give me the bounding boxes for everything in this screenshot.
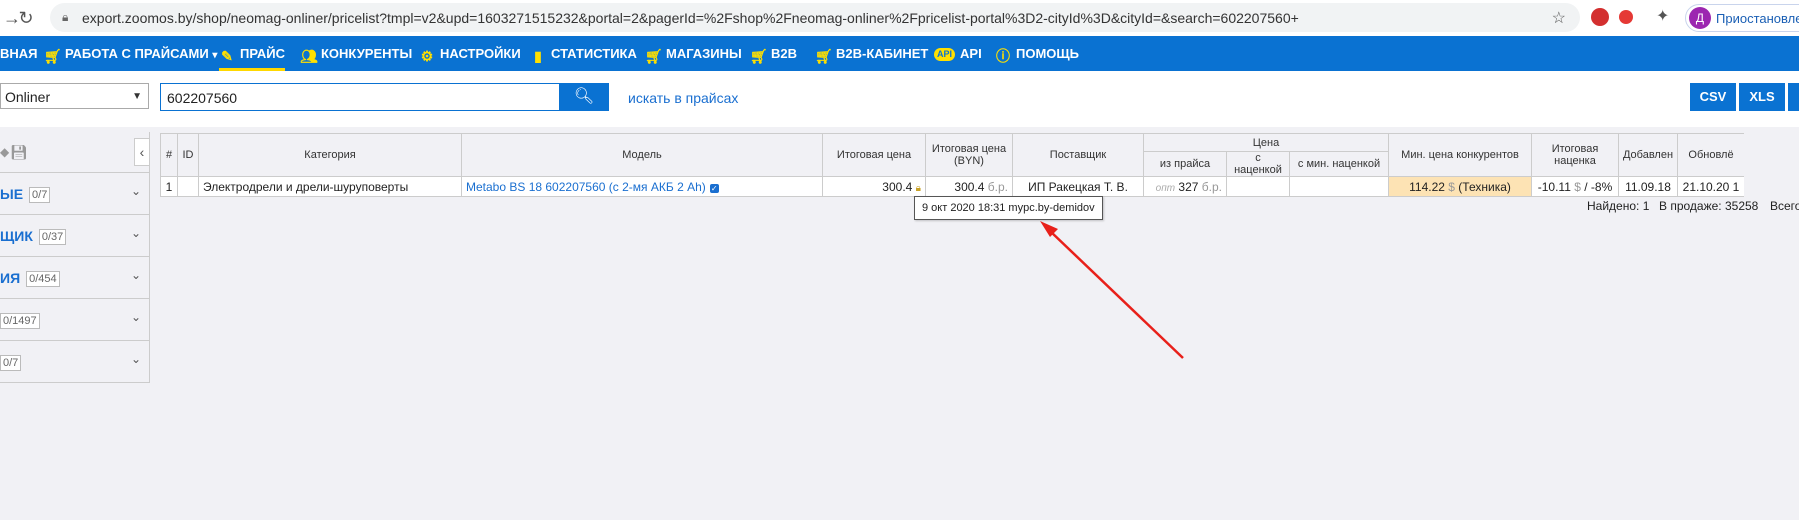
- annotation-arrow: [1040, 221, 1184, 359]
- arrow-line: [1049, 230, 1184, 359]
